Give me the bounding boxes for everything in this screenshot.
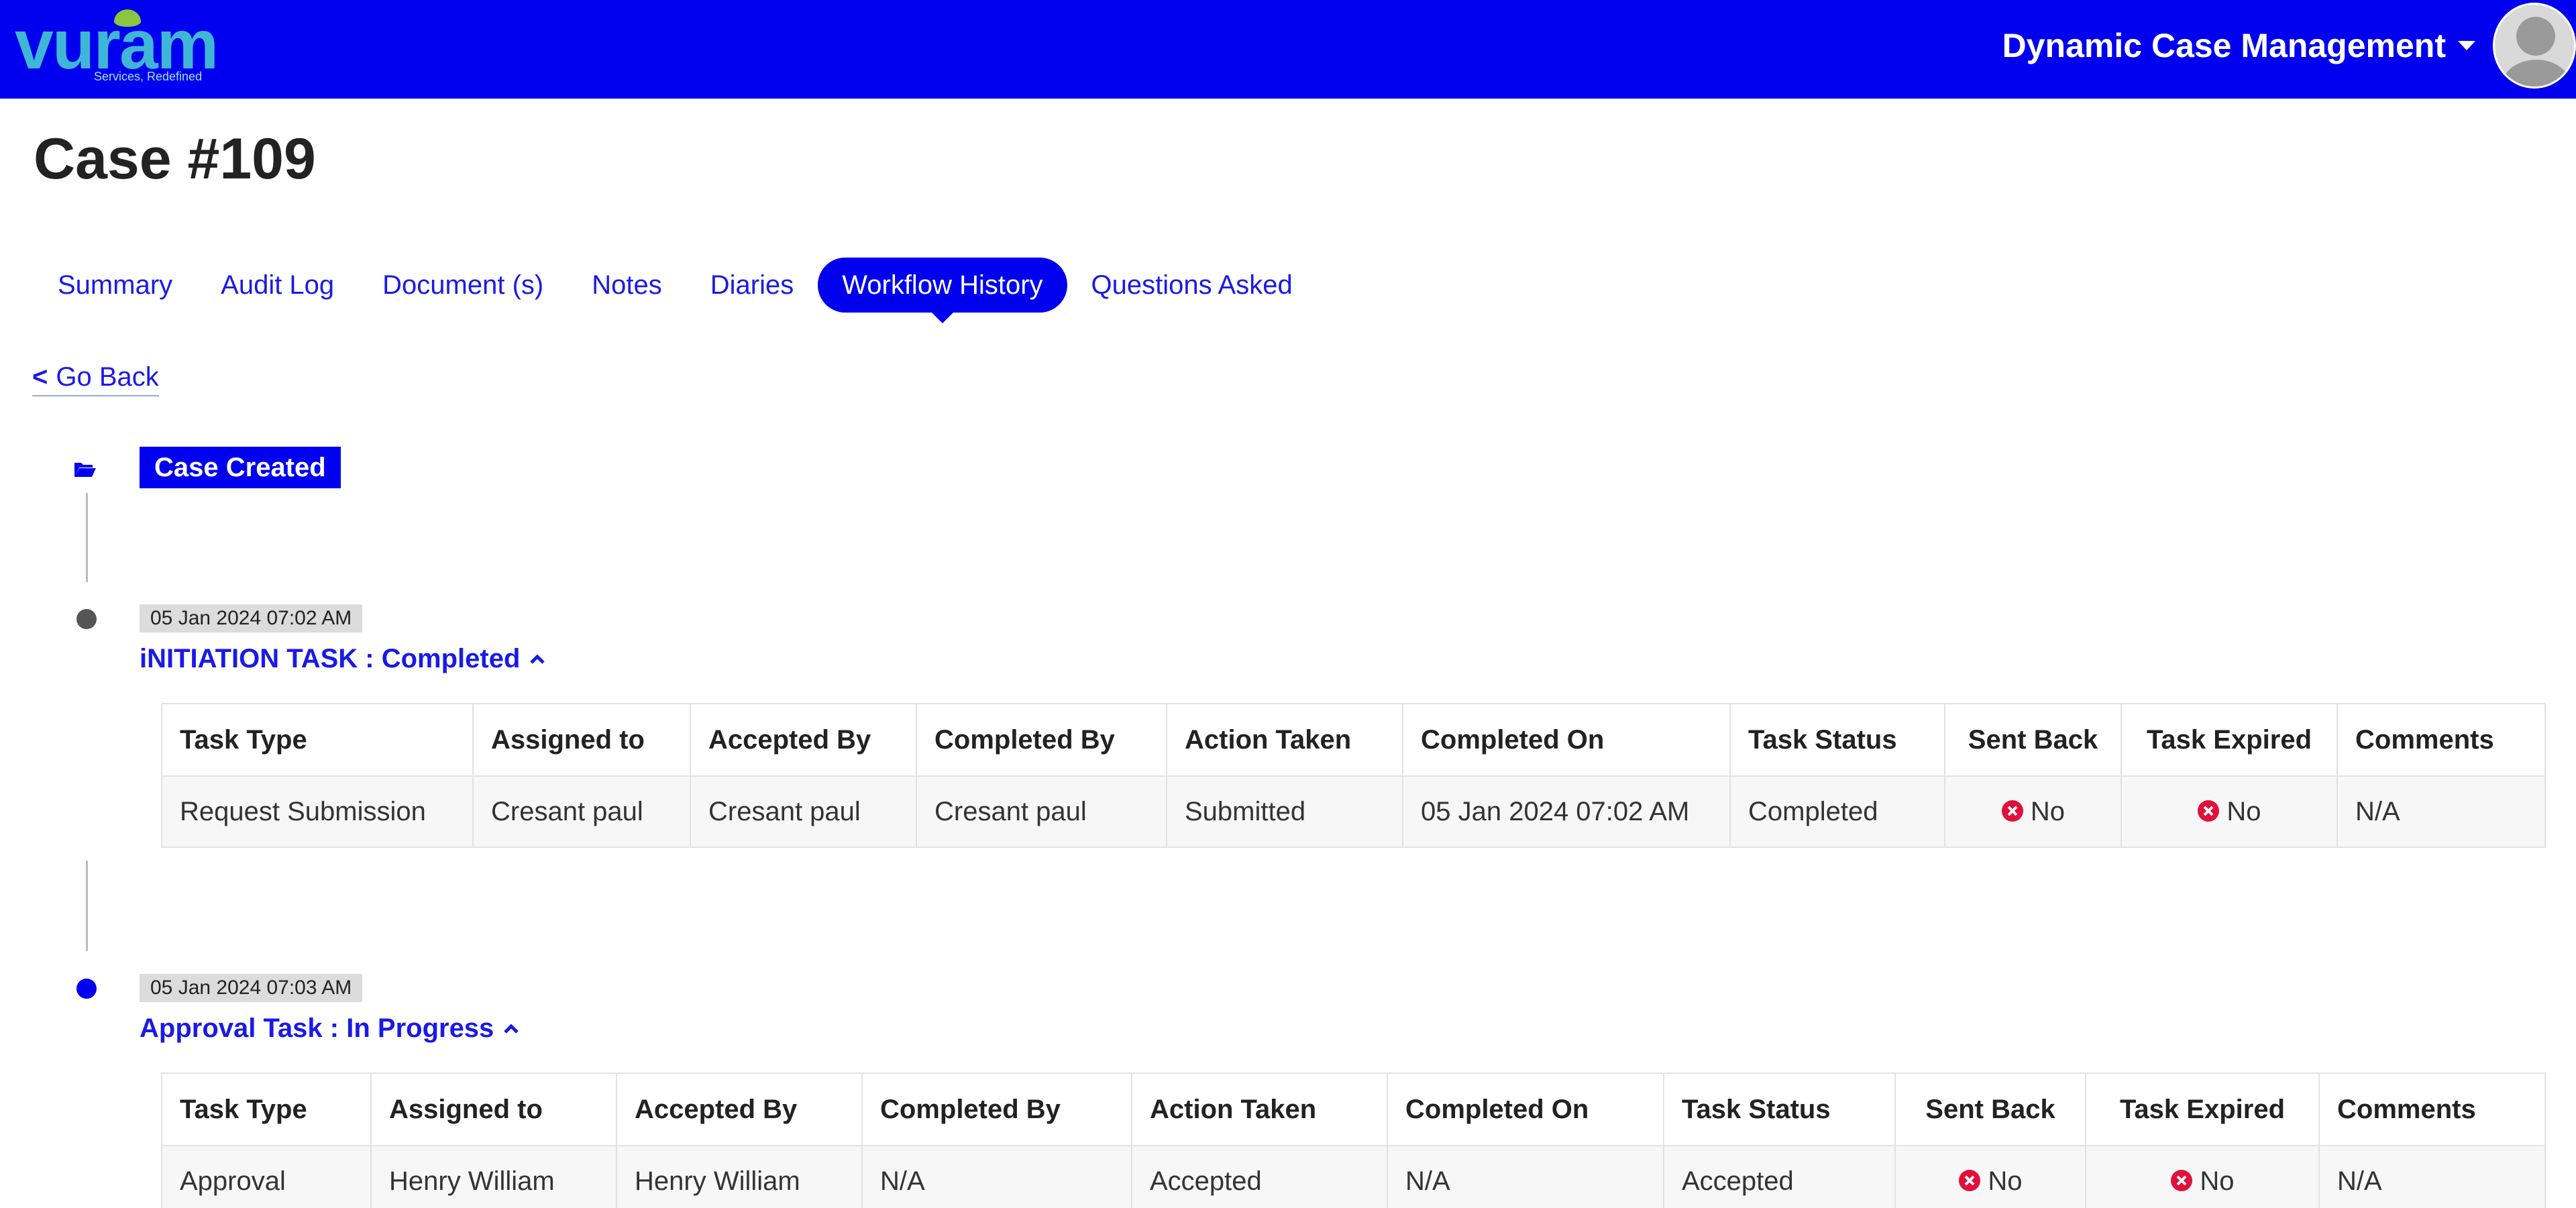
task-table: Task Type Assigned to Accepted By Comple… xyxy=(161,1073,2546,1208)
cell-action-taken: Accepted xyxy=(1131,1145,1388,1208)
logo-tagline: Services, Redefined xyxy=(94,70,203,83)
column-header: Assigned to xyxy=(370,1073,617,1146)
cell-task-status: Completed xyxy=(1729,775,1945,848)
cell-task-expired: No xyxy=(2121,775,2338,848)
tab-workflow-history[interactable]: Workflow History xyxy=(818,258,1067,323)
vuram-logo[interactable]: vuram Services, Redefined xyxy=(15,8,219,86)
column-header: Comments xyxy=(2318,1073,2546,1146)
task-expired-value: No xyxy=(2226,796,2261,826)
table-header-row: Task Type Assigned to Accepted By Comple… xyxy=(161,703,2546,777)
table-row: Approval Henry William Henry William N/A… xyxy=(161,1145,2546,1208)
chevron-left-icon: < xyxy=(32,362,48,392)
timeline-dot-in-progress xyxy=(76,979,97,999)
x-circle-icon xyxy=(2171,1169,2193,1191)
tab-questions-asked[interactable]: Questions Asked xyxy=(1067,258,1317,313)
column-header: Action Taken xyxy=(1131,1073,1388,1146)
top-navigation-bar: vuram Services, Redefined Dynamic Case M… xyxy=(0,0,2576,99)
chevron-up-icon xyxy=(530,653,545,664)
table-row: Request Submission Cresant paul Cresant … xyxy=(161,775,2546,848)
column-header: Task Status xyxy=(1663,1073,1896,1146)
column-header: Accepted By xyxy=(690,703,917,777)
go-back-label: Go Back xyxy=(56,362,159,392)
column-header: Task Status xyxy=(1729,703,1945,777)
avatar-body-shape xyxy=(2502,60,2571,87)
column-header: Task Expired xyxy=(2121,703,2338,777)
cell-accepted-by: Cresant paul xyxy=(690,775,917,848)
column-header: Comments xyxy=(2337,703,2546,777)
column-header: Task Expired xyxy=(2085,1073,2320,1146)
tab-summary[interactable]: Summary xyxy=(34,258,197,313)
column-header: Accepted By xyxy=(616,1073,863,1146)
folder-open-icon xyxy=(74,463,96,477)
cell-completed-by: Cresant paul xyxy=(916,775,1167,848)
sent-back-value: No xyxy=(1988,1166,2023,1196)
cell-completed-on: N/A xyxy=(1387,1145,1664,1208)
tab-documents[interactable]: Document (s) xyxy=(358,258,568,313)
app-switcher-dropdown[interactable]: Dynamic Case Management xyxy=(2002,25,2475,66)
x-circle-icon xyxy=(1959,1169,1981,1191)
tab-notes[interactable]: Notes xyxy=(568,258,686,313)
column-header: Sent Back xyxy=(1894,1073,2086,1146)
caret-down-icon xyxy=(2458,41,2475,50)
task-heading-toggle[interactable]: iNITIATION TASK : Completed xyxy=(140,644,545,674)
task-heading-toggle[interactable]: Approval Task : In Progress xyxy=(140,1013,519,1044)
x-circle-icon xyxy=(2198,800,2220,822)
cell-completed-on: 05 Jan 2024 07:02 AM xyxy=(1402,775,1731,848)
go-back-link[interactable]: < Go Back xyxy=(32,362,159,396)
user-avatar[interactable] xyxy=(2493,3,2576,89)
table-header-row: Task Type Assigned to Accepted By Comple… xyxy=(161,1073,2546,1146)
column-header: Completed On xyxy=(1387,1073,1664,1146)
task-timestamp: 05 Jan 2024 07:03 AM xyxy=(140,974,363,1002)
case-created-badge: Case Created xyxy=(140,447,341,488)
task-timestamp: 05 Jan 2024 07:02 AM xyxy=(140,604,363,633)
timeline-dot-completed xyxy=(76,609,97,629)
app-switcher-label: Dynamic Case Management xyxy=(2002,27,2446,64)
column-header: Completed On xyxy=(1402,703,1731,777)
column-header: Action Taken xyxy=(1166,703,1403,777)
cell-completed-by: N/A xyxy=(861,1145,1132,1208)
chevron-up-icon xyxy=(504,1023,519,1034)
tab-audit-log[interactable]: Audit Log xyxy=(197,258,358,313)
cell-task-type: Request Submission xyxy=(161,775,474,848)
cell-task-status: Accepted xyxy=(1663,1145,1896,1208)
column-header: Sent Back xyxy=(1944,703,2122,777)
cell-assigned-to: Cresant paul xyxy=(472,775,691,848)
case-tabs: Summary Audit Log Document (s) Notes Dia… xyxy=(34,258,1317,323)
tab-diaries[interactable]: Diaries xyxy=(686,258,818,313)
cell-task-type: Approval xyxy=(161,1145,372,1208)
cell-comments: N/A xyxy=(2337,775,2546,848)
cell-comments: N/A xyxy=(2318,1145,2546,1208)
task-heading-label: Approval Task : In Progress xyxy=(140,1013,494,1043)
column-header: Completed By xyxy=(916,703,1167,777)
timeline-connector xyxy=(86,493,88,582)
timeline-connector xyxy=(86,861,88,951)
cell-sent-back: No xyxy=(1944,775,2122,848)
task-expired-value: No xyxy=(2200,1166,2235,1196)
cell-task-expired: No xyxy=(2085,1145,2320,1208)
cell-assigned-to: Henry William xyxy=(370,1145,617,1208)
page-title: Case #109 xyxy=(34,127,316,191)
cell-sent-back: No xyxy=(1894,1145,2086,1208)
task-heading-label: iNITIATION TASK : Completed xyxy=(140,644,521,673)
cell-accepted-by: Henry William xyxy=(616,1145,863,1208)
task-table: Task Type Assigned to Accepted By Comple… xyxy=(161,703,2546,848)
cell-action-taken: Submitted xyxy=(1166,775,1403,848)
avatar-head-shape xyxy=(2516,17,2555,56)
x-circle-icon xyxy=(2001,800,2023,822)
sent-back-value: No xyxy=(2030,796,2065,826)
column-header: Assigned to xyxy=(472,703,691,777)
column-header: Task Type xyxy=(161,703,474,777)
column-header: Task Type xyxy=(161,1073,372,1146)
column-header: Completed By xyxy=(861,1073,1132,1146)
